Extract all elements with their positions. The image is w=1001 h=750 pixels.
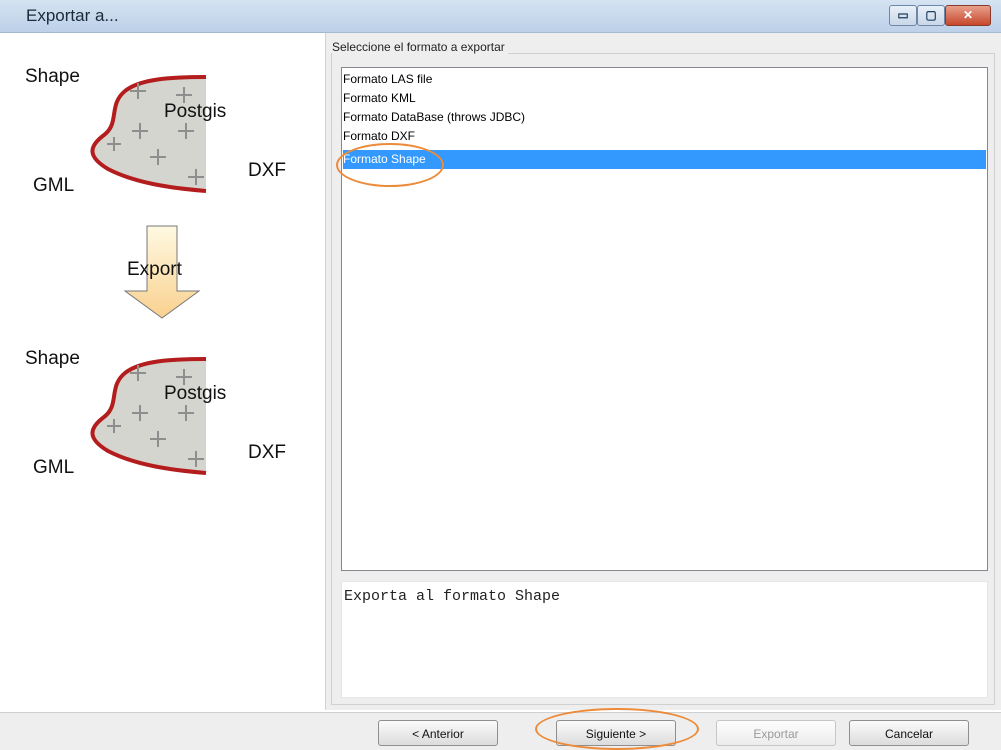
label-shape-top: Shape [25,66,80,87]
list-item-database[interactable]: Formato DataBase (throws JDBC) [343,108,986,127]
label-gml-bottom: GML [33,457,75,478]
illustration-panel: Shape Postgis GML DXF Export Shape Postg… [0,33,322,710]
previous-button[interactable]: < Anterior [378,720,498,746]
window-titlebar: Exportar a... ▭ ▢ ✕ [0,0,1001,33]
close-icon: ✕ [962,8,974,22]
format-list[interactable]: Formato LAS file Formato KML Formato Dat… [341,67,988,571]
list-item-dxf[interactable]: Formato DXF [343,127,986,146]
cancel-button[interactable]: Cancelar [849,720,969,746]
label-export: Export [127,259,182,280]
export-illustration [90,75,207,475]
minimize-button[interactable]: ▭ [889,5,917,26]
minimize-icon: ▭ [897,8,909,22]
close-button[interactable]: ✕ [945,5,991,26]
maximize-icon: ▢ [925,8,937,22]
map-shape-top [90,75,207,193]
label-postgis-bottom: Postgis [164,383,227,404]
format-description: Exporta al formato Shape [344,588,561,605]
label-dxf-top: DXF [248,160,286,181]
list-item-las[interactable]: Formato LAS file [343,70,986,89]
label-postgis-top: Postgis [164,101,227,122]
format-description-area: Exporta al formato Shape [341,581,988,698]
next-button[interactable]: Siguiente > [556,720,676,746]
maximize-button[interactable]: ▢ [917,5,945,26]
label-gml-top: GML [33,175,75,196]
label-dxf-bottom: DXF [248,442,286,463]
format-group-label: Seleccione el formato a exportar [332,40,508,54]
map-shape-bottom [90,357,207,475]
label-shape-bottom: Shape [25,348,80,369]
export-button[interactable]: Exportar [716,720,836,746]
list-item-shape[interactable]: Formato Shape [343,150,986,169]
list-item-kml[interactable]: Formato KML [343,89,986,108]
window-title: Exportar a... [26,6,119,25]
